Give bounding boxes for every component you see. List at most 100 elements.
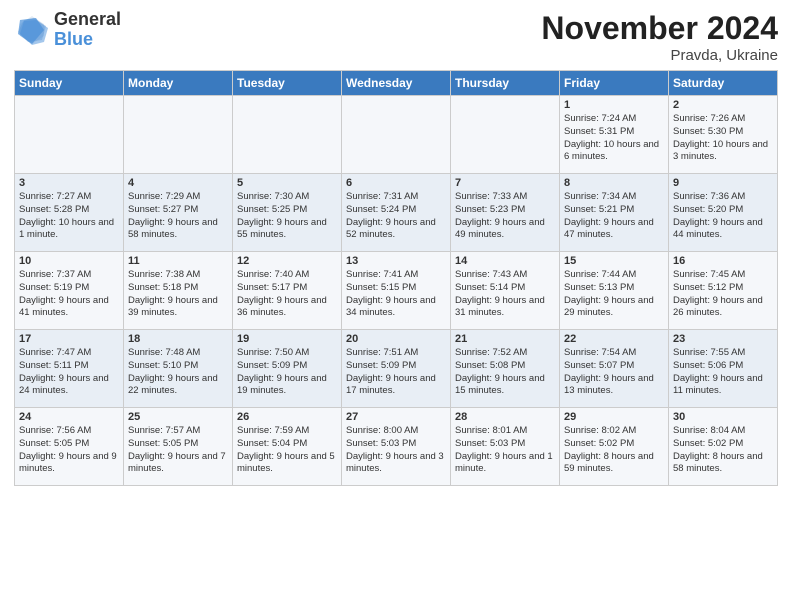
day-cell: 29 Sunrise: 8:02 AM Sunset: 5:02 PM Dayli… bbox=[560, 408, 669, 486]
col-header-tuesday: Tuesday bbox=[233, 71, 342, 96]
day-cell: 8 Sunrise: 7:34 AM Sunset: 5:21 PM Daylig… bbox=[560, 174, 669, 252]
day-info: Sunrise: 8:04 AM Sunset: 5:02 PM Dayligh… bbox=[673, 425, 773, 476]
day-info: Sunrise: 7:40 AM Sunset: 5:17 PM Dayligh… bbox=[237, 269, 337, 320]
logo: General Blue bbox=[14, 10, 121, 50]
day-cell bbox=[233, 96, 342, 174]
day-number: 14 bbox=[455, 255, 555, 267]
day-number: 22 bbox=[564, 333, 664, 345]
day-info: Sunrise: 7:44 AM Sunset: 5:13 PM Dayligh… bbox=[564, 269, 664, 320]
day-cell: 27 Sunrise: 8:00 AM Sunset: 5:03 PM Dayli… bbox=[342, 408, 451, 486]
col-header-wednesday: Wednesday bbox=[342, 71, 451, 96]
day-info: Sunrise: 7:45 AM Sunset: 5:12 PM Dayligh… bbox=[673, 269, 773, 320]
day-cell: 25 Sunrise: 7:57 AM Sunset: 5:05 PM Dayli… bbox=[124, 408, 233, 486]
day-info: Sunrise: 7:30 AM Sunset: 5:25 PM Dayligh… bbox=[237, 191, 337, 242]
day-info: Sunrise: 7:52 AM Sunset: 5:08 PM Dayligh… bbox=[455, 347, 555, 398]
day-info: Sunrise: 7:31 AM Sunset: 5:24 PM Dayligh… bbox=[346, 191, 446, 242]
day-number: 18 bbox=[128, 333, 228, 345]
day-number: 29 bbox=[564, 411, 664, 423]
day-cell bbox=[124, 96, 233, 174]
week-row-3: 10 Sunrise: 7:37 AM Sunset: 5:19 PM Dayli… bbox=[15, 252, 778, 330]
day-info: Sunrise: 7:29 AM Sunset: 5:27 PM Dayligh… bbox=[128, 191, 228, 242]
day-number: 12 bbox=[237, 255, 337, 267]
day-info: Sunrise: 8:01 AM Sunset: 5:03 PM Dayligh… bbox=[455, 425, 555, 476]
day-info: Sunrise: 7:48 AM Sunset: 5:10 PM Dayligh… bbox=[128, 347, 228, 398]
calendar-header: SundayMondayTuesdayWednesdayThursdayFrid… bbox=[15, 71, 778, 96]
day-cell: 19Sunrise: 7:50 AM Sunset: 5:09 PM Dayli… bbox=[233, 330, 342, 408]
day-cell: 20 Sunrise: 7:51 AM Sunset: 5:09 PM Dayli… bbox=[342, 330, 451, 408]
day-info: Sunrise: 7:57 AM Sunset: 5:05 PM Dayligh… bbox=[128, 425, 228, 476]
col-header-friday: Friday bbox=[560, 71, 669, 96]
day-info: Sunrise: 7:43 AM Sunset: 5:14 PM Dayligh… bbox=[455, 269, 555, 320]
day-cell: 7Sunrise: 7:33 AM Sunset: 5:23 PM Daylig… bbox=[451, 174, 560, 252]
day-cell: 16Sunrise: 7:45 AM Sunset: 5:12 PM Dayli… bbox=[669, 252, 778, 330]
day-cell: 10 Sunrise: 7:37 AM Sunset: 5:19 PM Dayli… bbox=[15, 252, 124, 330]
day-number: 17 bbox=[19, 333, 119, 345]
day-info: Sunrise: 7:33 AM Sunset: 5:23 PM Dayligh… bbox=[455, 191, 555, 242]
calendar: SundayMondayTuesdayWednesdayThursdayFrid… bbox=[14, 70, 778, 486]
day-info: Sunrise: 7:41 AM Sunset: 5:15 PM Dayligh… bbox=[346, 269, 446, 320]
day-cell: 28Sunrise: 8:01 AM Sunset: 5:03 PM Dayli… bbox=[451, 408, 560, 486]
week-row-4: 17 Sunrise: 7:47 AM Sunset: 5:11 PM Dayli… bbox=[15, 330, 778, 408]
page: General Blue November 2024 Pravda, Ukrai… bbox=[0, 0, 792, 612]
day-number: 21 bbox=[455, 333, 555, 345]
day-info: Sunrise: 7:51 AM Sunset: 5:09 PM Dayligh… bbox=[346, 347, 446, 398]
day-info: Sunrise: 7:37 AM Sunset: 5:19 PM Dayligh… bbox=[19, 269, 119, 320]
day-cell: 15 Sunrise: 7:44 AM Sunset: 5:13 PM Dayli… bbox=[560, 252, 669, 330]
day-info: Sunrise: 7:38 AM Sunset: 5:18 PM Dayligh… bbox=[128, 269, 228, 320]
day-cell: 17 Sunrise: 7:47 AM Sunset: 5:11 PM Dayli… bbox=[15, 330, 124, 408]
day-number: 20 bbox=[346, 333, 446, 345]
day-info: Sunrise: 7:47 AM Sunset: 5:11 PM Dayligh… bbox=[19, 347, 119, 398]
col-header-monday: Monday bbox=[124, 71, 233, 96]
day-info: Sunrise: 7:27 AM Sunset: 5:28 PM Dayligh… bbox=[19, 191, 119, 242]
day-number: 13 bbox=[346, 255, 446, 267]
day-cell bbox=[342, 96, 451, 174]
day-info: Sunrise: 8:02 AM Sunset: 5:02 PM Dayligh… bbox=[564, 425, 664, 476]
day-info: Sunrise: 7:54 AM Sunset: 5:07 PM Dayligh… bbox=[564, 347, 664, 398]
day-cell: 18 Sunrise: 7:48 AM Sunset: 5:10 PM Dayli… bbox=[124, 330, 233, 408]
day-cell: 12 Sunrise: 7:40 AM Sunset: 5:17 PM Dayli… bbox=[233, 252, 342, 330]
header: General Blue November 2024 Pravda, Ukrai… bbox=[14, 10, 778, 64]
page-subtitle: Pravda, Ukraine bbox=[541, 47, 778, 64]
title-block: November 2024 Pravda, Ukraine bbox=[541, 10, 778, 64]
col-header-thursday: Thursday bbox=[451, 71, 560, 96]
day-number: 30 bbox=[673, 411, 773, 423]
col-header-sunday: Sunday bbox=[15, 71, 124, 96]
day-cell: 2Sunrise: 7:26 AM Sunset: 5:30 PM Daylig… bbox=[669, 96, 778, 174]
day-cell: 1 Sunrise: 7:24 AM Sunset: 5:31 PM Daylig… bbox=[560, 96, 669, 174]
day-number: 25 bbox=[128, 411, 228, 423]
day-cell: 5 Sunrise: 7:30 AM Sunset: 5:25 PM Daylig… bbox=[233, 174, 342, 252]
day-info: Sunrise: 8:00 AM Sunset: 5:03 PM Dayligh… bbox=[346, 425, 446, 476]
day-info: Sunrise: 7:36 AM Sunset: 5:20 PM Dayligh… bbox=[673, 191, 773, 242]
day-cell: 21 Sunrise: 7:52 AM Sunset: 5:08 PM Dayli… bbox=[451, 330, 560, 408]
day-cell: 30 Sunrise: 8:04 AM Sunset: 5:02 PM Dayli… bbox=[669, 408, 778, 486]
day-number: 27 bbox=[346, 411, 446, 423]
day-number: 5 bbox=[237, 177, 337, 189]
logo-icon bbox=[14, 12, 50, 48]
day-info: Sunrise: 7:50 AM Sunset: 5:09 PM Dayligh… bbox=[237, 347, 337, 398]
day-cell: 14 Sunrise: 7:43 AM Sunset: 5:14 PM Dayli… bbox=[451, 252, 560, 330]
week-row-2: 3 Sunrise: 7:27 AM Sunset: 5:28 PM Daylig… bbox=[15, 174, 778, 252]
logo-general: General bbox=[54, 10, 121, 30]
day-info: Sunrise: 7:26 AM Sunset: 5:30 PM Dayligh… bbox=[673, 113, 773, 164]
day-number: 10 bbox=[19, 255, 119, 267]
day-cell: 13 Sunrise: 7:41 AM Sunset: 5:15 PM Dayli… bbox=[342, 252, 451, 330]
logo-text: General Blue bbox=[54, 10, 121, 50]
page-title: November 2024 bbox=[541, 10, 778, 47]
day-cell: 22 Sunrise: 7:54 AM Sunset: 5:07 PM Dayli… bbox=[560, 330, 669, 408]
day-cell: 9Sunrise: 7:36 AM Sunset: 5:20 PM Daylig… bbox=[669, 174, 778, 252]
day-cell: 26Sunrise: 7:59 AM Sunset: 5:04 PM Dayli… bbox=[233, 408, 342, 486]
day-cell bbox=[15, 96, 124, 174]
day-info: Sunrise: 7:55 AM Sunset: 5:06 PM Dayligh… bbox=[673, 347, 773, 398]
day-info: Sunrise: 7:59 AM Sunset: 5:04 PM Dayligh… bbox=[237, 425, 337, 476]
day-number: 3 bbox=[19, 177, 119, 189]
day-number: 15 bbox=[564, 255, 664, 267]
day-cell: 6 Sunrise: 7:31 AM Sunset: 5:24 PM Daylig… bbox=[342, 174, 451, 252]
day-number: 11 bbox=[128, 255, 228, 267]
day-number: 1 bbox=[564, 99, 664, 111]
day-number: 24 bbox=[19, 411, 119, 423]
day-info: Sunrise: 7:24 AM Sunset: 5:31 PM Dayligh… bbox=[564, 113, 664, 164]
day-cell bbox=[451, 96, 560, 174]
day-number: 6 bbox=[346, 177, 446, 189]
day-number: 8 bbox=[564, 177, 664, 189]
day-info: Sunrise: 7:34 AM Sunset: 5:21 PM Dayligh… bbox=[564, 191, 664, 242]
